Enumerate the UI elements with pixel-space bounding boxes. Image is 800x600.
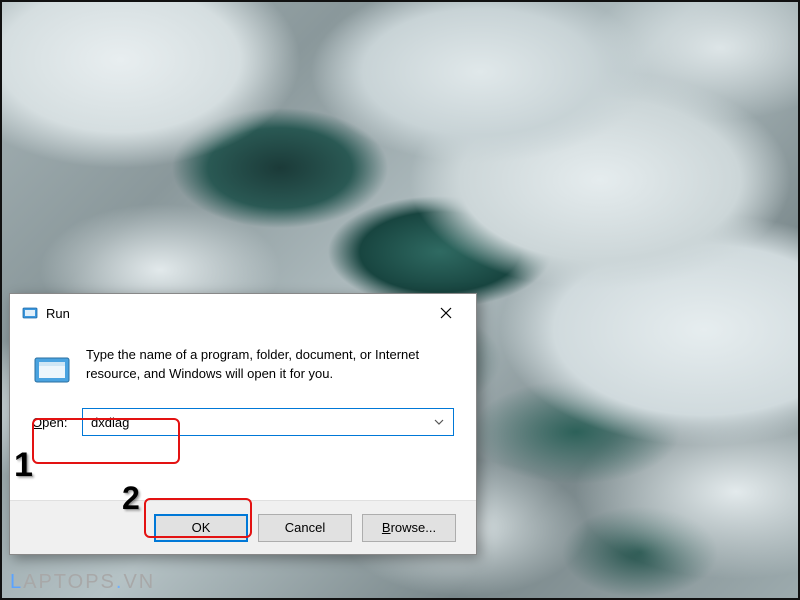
open-input[interactable] bbox=[91, 409, 429, 435]
combo-dropdown-button[interactable] bbox=[429, 409, 449, 435]
close-icon bbox=[440, 307, 452, 319]
run-dialog: Run Type the name of a program, folder, … bbox=[9, 293, 477, 555]
run-icon bbox=[22, 305, 38, 321]
open-label: Open: bbox=[32, 415, 72, 430]
button-row: OK Cancel Browse... bbox=[10, 500, 476, 554]
close-button[interactable] bbox=[424, 298, 468, 328]
dialog-description: Type the name of a program, folder, docu… bbox=[86, 346, 454, 384]
ok-button[interactable]: OK bbox=[154, 514, 248, 542]
titlebar[interactable]: Run bbox=[10, 294, 476, 332]
dialog-body: Type the name of a program, folder, docu… bbox=[10, 332, 476, 500]
open-combobox[interactable] bbox=[82, 408, 454, 436]
run-large-icon bbox=[32, 350, 72, 390]
cancel-button[interactable]: Cancel bbox=[258, 514, 352, 542]
browse-button[interactable]: Browse... bbox=[362, 514, 456, 542]
chevron-down-icon bbox=[434, 419, 444, 425]
watermark: LAPTOPS.VN bbox=[10, 571, 155, 594]
dialog-title: Run bbox=[46, 306, 424, 321]
